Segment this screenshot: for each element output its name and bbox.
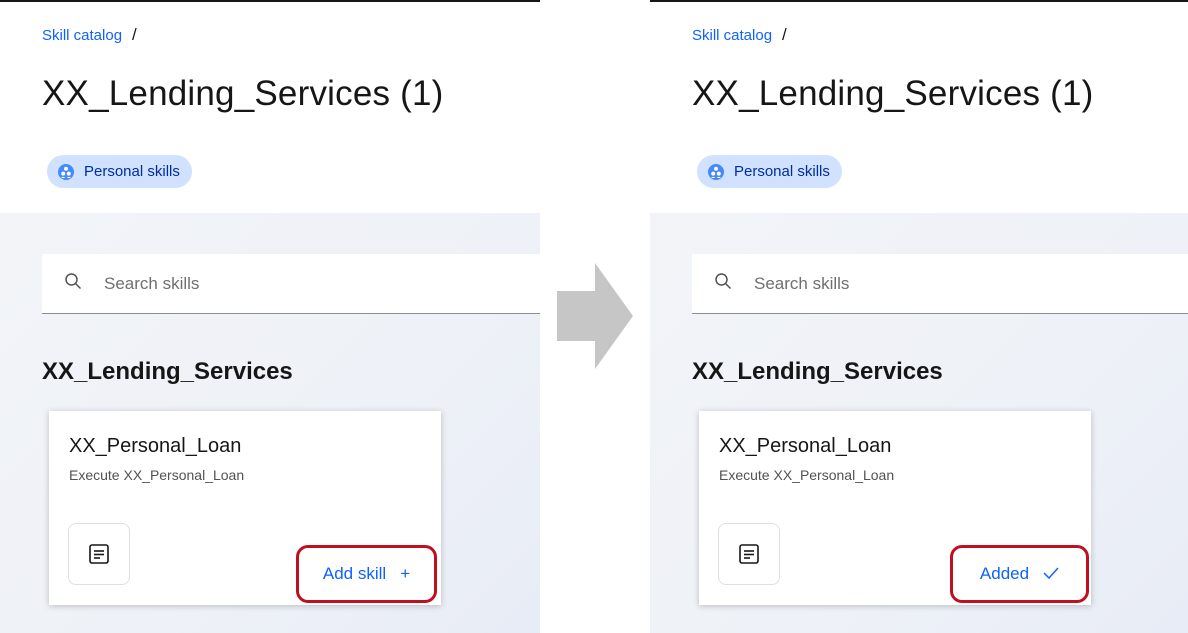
search-placeholder: Search skills [104,273,200,293]
top-border [0,0,540,2]
breadcrumb: Skill catalog / [42,25,137,45]
tag-label: Personal skills [84,163,180,180]
search-placeholder: Search skills [754,273,850,293]
breadcrumb-link-skill-catalog[interactable]: Skill catalog [42,27,122,44]
right-arrow-icon [557,263,633,369]
page-title: XX_Lending_Services (1) [42,74,444,113]
person-group-icon [57,163,75,181]
personal-skills-tag[interactable]: Personal skills [47,155,192,188]
personal-skills-tag[interactable]: Personal skills [697,155,842,188]
added-button[interactable]: Added [950,545,1089,603]
search-input[interactable]: Search skills [42,254,540,314]
breadcrumb-link-skill-catalog[interactable]: Skill catalog [692,27,772,44]
search-icon [714,272,732,295]
search-input[interactable]: Search skills [692,254,1188,314]
comparison-stage: Skill catalog / XX_Lending_Services (1) … [0,0,1188,633]
skill-card-description: Execute XX_Personal_Loan [69,467,245,483]
document-lines-icon [68,523,130,585]
skill-card[interactable]: XX_Personal_Loan Execute XX_Personal_Loa… [699,411,1091,605]
plus-icon: + [400,564,411,583]
before-panel: Skill catalog / XX_Lending_Services (1) … [0,0,540,633]
section-title: XX_Lending_Services [42,358,293,385]
skill-card-title: XX_Personal_Loan [719,435,892,457]
skill-card-title: XX_Personal_Loan [69,435,242,457]
document-lines-icon [718,523,780,585]
after-panel: Skill catalog / XX_Lending_Services (1) … [650,0,1188,633]
breadcrumb-separator: / [132,25,137,44]
search-icon [64,272,82,295]
skill-card[interactable]: XX_Personal_Loan Execute XX_Personal_Loa… [49,411,441,605]
breadcrumb: Skill catalog / [692,25,787,45]
add-skill-label: Add skill [322,564,387,583]
checkmark-icon [1043,564,1059,584]
skill-card-description: Execute XX_Personal_Loan [719,467,895,483]
added-label: Added [979,564,1030,583]
page-title: XX_Lending_Services (1) [692,74,1094,113]
section-title: XX_Lending_Services [692,358,943,385]
add-skill-button[interactable]: Add skill + [296,545,437,603]
person-group-icon [707,163,725,181]
tag-label: Personal skills [734,163,830,180]
breadcrumb-separator: / [782,25,787,44]
top-border [650,0,1188,2]
